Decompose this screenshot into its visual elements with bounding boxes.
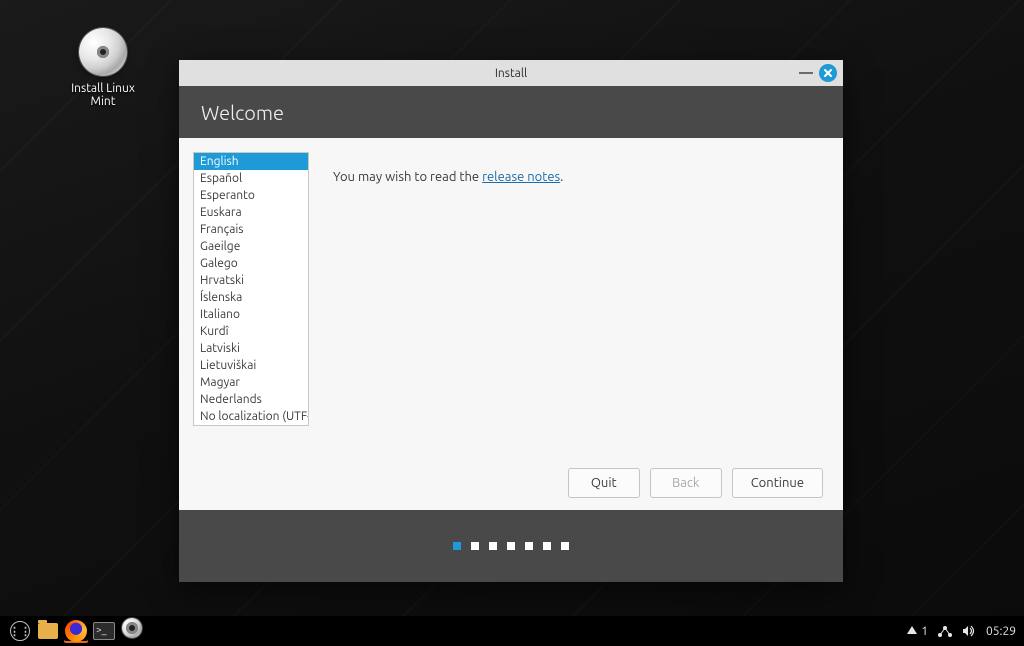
language-option[interactable]: Esperanto — [194, 187, 308, 204]
language-option[interactable]: Italiano — [194, 306, 308, 323]
sound-tray[interactable] — [962, 625, 976, 637]
step-dot — [471, 542, 479, 550]
info-suffix: . — [560, 170, 563, 184]
language-option[interactable]: Hrvatski — [194, 272, 308, 289]
window-titlebar[interactable]: Install — [179, 60, 843, 86]
language-option[interactable]: Nederlands — [194, 391, 308, 408]
page-title: Welcome — [201, 101, 284, 124]
window-title: Install — [495, 67, 527, 80]
network-tray[interactable] — [938, 625, 952, 637]
language-option[interactable]: Magyar — [194, 374, 308, 391]
window-body: EnglishEspañolEsperantoEuskaraFrançaisGa… — [179, 138, 843, 510]
desktop-install-icon[interactable]: Install Linux Mint — [58, 28, 148, 108]
notification-icon — [906, 625, 918, 637]
language-option[interactable]: Euskara — [194, 204, 308, 221]
language-option[interactable]: Gaeilge — [194, 238, 308, 255]
terminal-icon: >_ — [93, 622, 115, 640]
step-dot — [489, 542, 497, 550]
back-button: Back — [650, 468, 722, 498]
info-prefix: You may wish to read the — [333, 170, 482, 184]
step-dot — [561, 542, 569, 550]
firefox-icon — [65, 620, 87, 642]
files-launcher[interactable] — [36, 619, 60, 643]
step-dot — [453, 542, 461, 550]
cd-icon — [79, 28, 127, 76]
button-row: Quit Back Continue — [568, 468, 823, 498]
firefox-launcher[interactable] — [64, 619, 88, 643]
cd-icon — [122, 618, 142, 638]
continue-button[interactable]: Continue — [732, 468, 823, 498]
step-dot — [507, 542, 515, 550]
desktop-install-label: Install Linux Mint — [58, 82, 148, 108]
step-indicator — [179, 510, 843, 582]
installer-taskbar-entry[interactable] — [120, 619, 144, 643]
folder-icon — [38, 623, 58, 639]
language-option[interactable]: English — [194, 153, 308, 170]
language-option[interactable]: Français — [194, 221, 308, 238]
speaker-icon — [962, 625, 976, 637]
release-notes-link[interactable]: release notes — [482, 170, 560, 184]
language-option[interactable]: Español — [194, 170, 308, 187]
language-option[interactable]: Kurdî — [194, 323, 308, 340]
minimize-button[interactable] — [799, 72, 813, 74]
language-option[interactable]: Galego — [194, 255, 308, 272]
notification-count: 1 — [921, 625, 928, 638]
close-icon — [823, 68, 833, 78]
info-text: You may wish to read the release notes. — [309, 138, 843, 510]
mint-logo-icon: ⋮⋮ — [10, 621, 30, 641]
language-option[interactable]: Lietuviškai — [194, 357, 308, 374]
start-menu-button[interactable]: ⋮⋮ — [8, 619, 32, 643]
desktop: Install Linux Mint Install Welcome Engli… — [0, 0, 1024, 646]
network-icon — [938, 625, 952, 637]
header-strip: Welcome — [179, 86, 843, 138]
clock[interactable]: 05:29 — [986, 625, 1016, 638]
language-option[interactable]: Latviski — [194, 340, 308, 357]
language-option[interactable]: Íslenska — [194, 289, 308, 306]
notification-tray[interactable]: 1 — [906, 625, 928, 638]
quit-button[interactable]: Quit — [568, 468, 640, 498]
step-dot — [543, 542, 551, 550]
terminal-launcher[interactable]: >_ — [92, 619, 116, 643]
step-dot — [525, 542, 533, 550]
language-option[interactable]: No localization (UTF-8) — [194, 408, 308, 425]
close-button[interactable] — [819, 64, 837, 82]
taskbar: ⋮⋮ >_ 1 — [0, 616, 1024, 646]
language-list[interactable]: EnglishEspañolEsperantoEuskaraFrançaisGa… — [193, 152, 309, 426]
installer-window: Install Welcome EnglishEspañolEsperantoE… — [179, 60, 843, 582]
